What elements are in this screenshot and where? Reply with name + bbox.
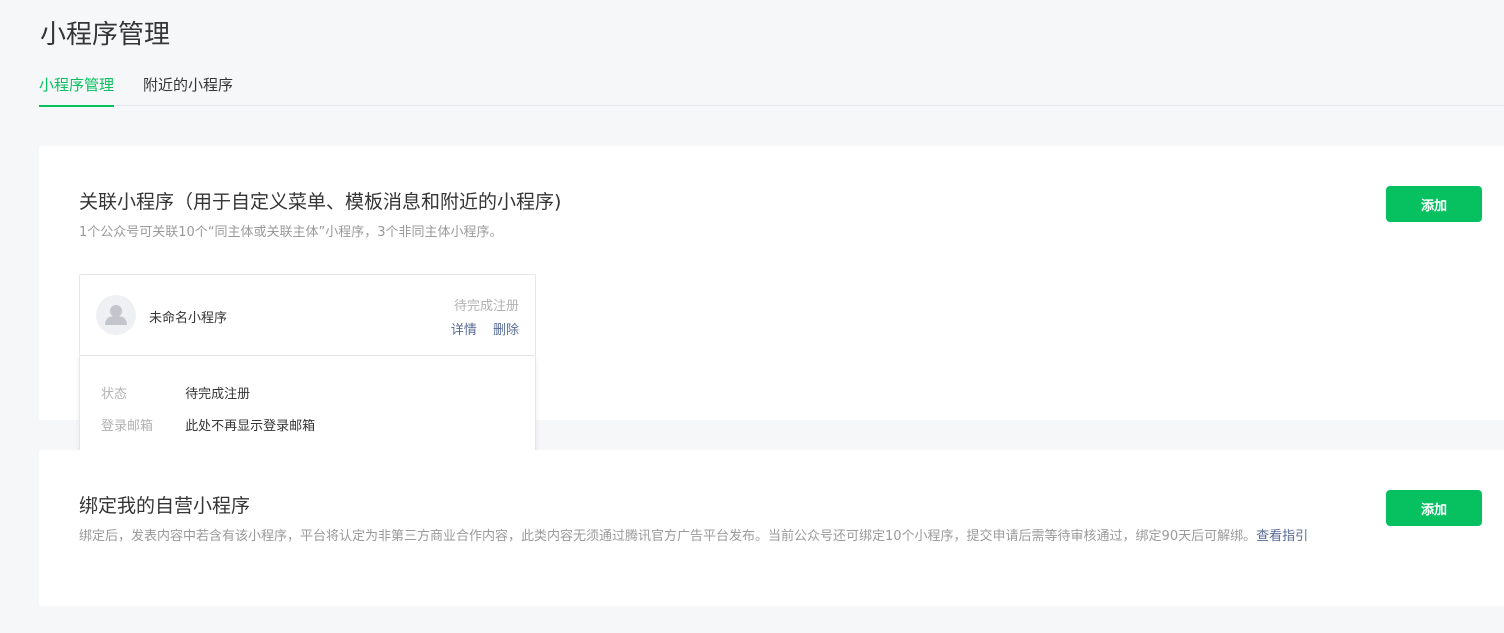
- linked-section-description: 1个公众号可关联10个“同主体或关联主体”小程序，3个非同主体小程序。: [79, 225, 503, 240]
- linked-section-title: 关联小程序（用于自定义菜单、模板消息和附近的小程序): [79, 191, 562, 213]
- miniprogram-detail-popover: 状态 待完成注册 登录邮箱 此处不再显示登录邮箱: [79, 356, 536, 458]
- tab-bar: 小程序管理 附近的小程序: [39, 64, 1504, 107]
- view-guide-link[interactable]: 查看指引: [1256, 529, 1308, 544]
- miniprogram-name: 未命名小程序: [149, 311, 228, 326]
- delete-link[interactable]: 删除: [493, 323, 519, 338]
- bind-own-miniprogram-card: 绑定我的自营小程序 绑定后，发表内容中若含有该小程序，平台将认定为非第三方商业合…: [39, 450, 1504, 606]
- detail-key: 登录邮箱: [101, 419, 154, 434]
- avatar: [96, 295, 136, 335]
- miniprogram-status: 待完成注册: [453, 299, 519, 314]
- bind-description-text: 绑定后，发表内容中若含有该小程序，平台将认定为非第三方商业合作内容，此类内容无须…: [79, 529, 1257, 544]
- add-linked-miniprogram-button[interactable]: 添加: [1386, 186, 1482, 222]
- detail-key: 状态: [101, 387, 128, 402]
- detail-row-status: 状态 待完成注册: [101, 383, 250, 402]
- tab-miniprogram-management[interactable]: 小程序管理: [39, 74, 115, 107]
- bind-section-description: 绑定后，发表内容中若含有该小程序，平台将认定为非第三方商业合作内容，此类内容无须…: [79, 526, 1319, 547]
- details-link[interactable]: 详情: [451, 323, 477, 338]
- bind-section-title: 绑定我的自营小程序: [79, 495, 251, 517]
- detail-value: 此处不再显示登录邮箱: [185, 419, 316, 434]
- default-user-icon: [105, 305, 127, 325]
- miniprogram-list-item: 未命名小程序 待完成注册 详情 删除: [79, 274, 536, 356]
- detail-row-email: 登录邮箱 此处不再显示登录邮箱: [101, 415, 315, 434]
- detail-value: 待完成注册: [185, 387, 251, 402]
- add-bound-miniprogram-button[interactable]: 添加: [1386, 490, 1482, 526]
- miniprogram-actions: 详情 删除: [439, 319, 519, 338]
- tab-nearby-miniprograms[interactable]: 附近的小程序: [143, 74, 233, 105]
- page-title: 小程序管理: [40, 20, 171, 50]
